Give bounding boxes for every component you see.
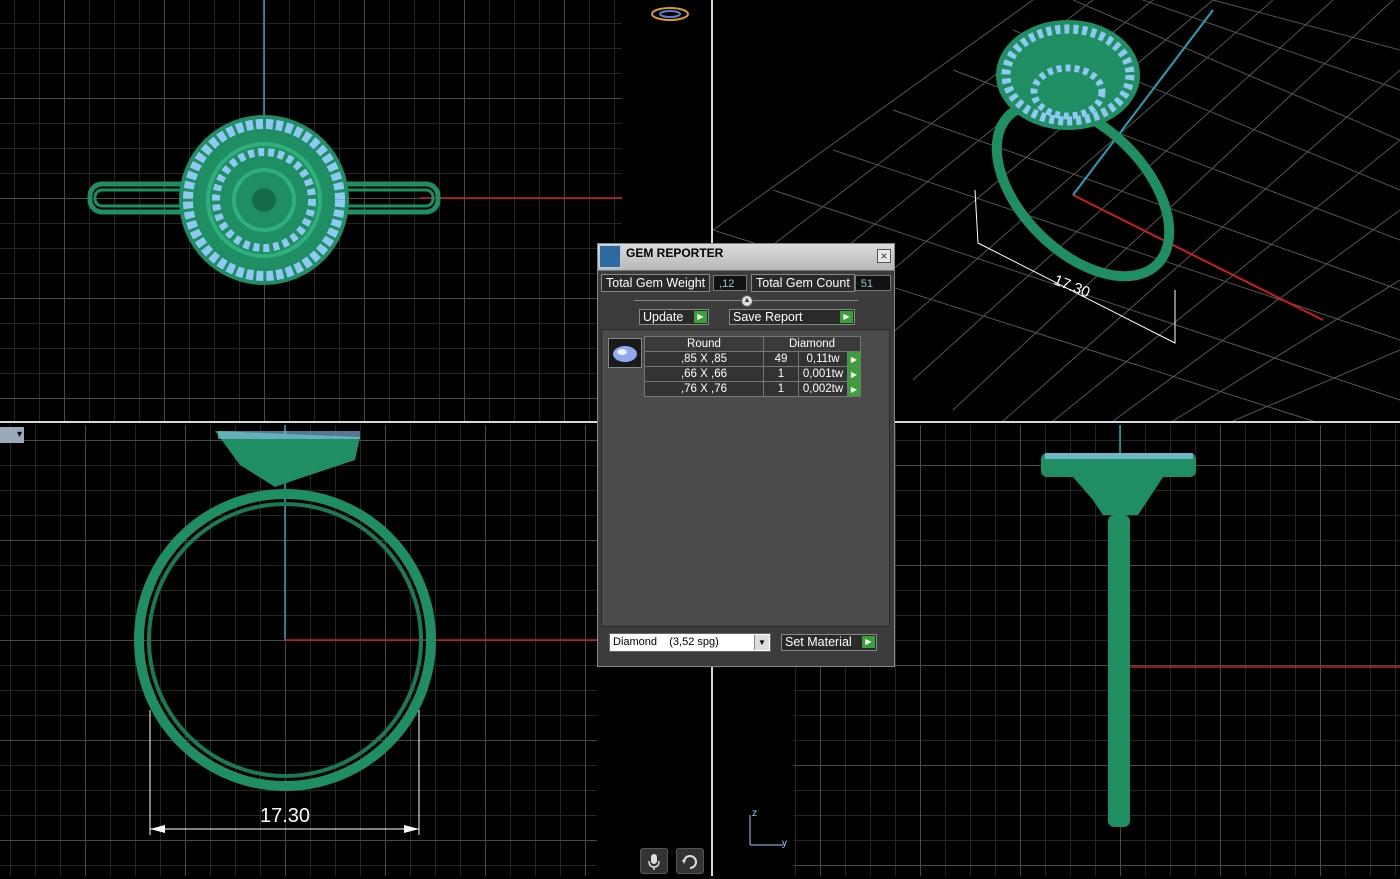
gem-weight: 0,11tw bbox=[798, 351, 848, 367]
close-icon[interactable]: × bbox=[877, 249, 891, 263]
microphone-icon[interactable] bbox=[640, 848, 668, 874]
view-menu-button[interactable]: ▾ bbox=[0, 427, 24, 443]
gem-weight: 0,001tw bbox=[798, 366, 848, 382]
gem-list-panel: Round Diamond ,85 X ,85 49 0,11tw ▶ ,66 … bbox=[601, 329, 890, 627]
material-select-value: Diamond (3,52 spg) bbox=[613, 636, 719, 648]
play-arrow-icon: ▶ bbox=[840, 311, 853, 323]
table-row[interactable]: ,66 X ,66 1 0,001tw ▶ bbox=[644, 366, 861, 382]
play-arrow-icon: ▶ bbox=[694, 311, 707, 323]
axis-y-label: y bbox=[782, 838, 787, 849]
collapse-toggle-icon[interactable]: ▲ bbox=[741, 295, 753, 307]
model-thumbnail-icon[interactable] bbox=[650, 5, 690, 25]
axis-z-label: z bbox=[752, 808, 757, 819]
gem-size: ,76 X ,76 bbox=[644, 381, 764, 397]
total-count-row: Total Gem Count 51 bbox=[751, 274, 891, 292]
row-select-arrow-icon[interactable]: ▶ bbox=[847, 366, 861, 382]
gem-count: 1 bbox=[763, 366, 799, 382]
diamond-gem-icon[interactable] bbox=[608, 338, 642, 368]
column-header-material: Diamond bbox=[763, 336, 861, 352]
total-weight-row: Total Gem Weight ,12 bbox=[601, 274, 748, 292]
update-button[interactable]: Update ▶ bbox=[639, 309, 709, 325]
gem-size: ,66 X ,66 bbox=[644, 366, 764, 382]
dialog-title: GEM REPORTER bbox=[626, 246, 724, 260]
set-material-button-label: Set Material bbox=[785, 635, 852, 649]
gem-reporter-dialog: GEM REPORTER × Total Gem Weight ,12 Tota… bbox=[597, 243, 895, 667]
chevron-down-icon: ▼ bbox=[754, 635, 769, 650]
gem-weight: 0,002tw bbox=[798, 381, 848, 397]
total-weight-label: Total Gem Weight bbox=[601, 274, 711, 292]
table-row[interactable]: ,76 X ,76 1 0,002tw ▶ bbox=[644, 381, 861, 397]
material-select[interactable]: Diamond (3,52 spg) ▼ bbox=[609, 633, 771, 652]
top-view-model bbox=[87, 0, 622, 285]
total-weight-value[interactable]: ,12 bbox=[713, 275, 748, 291]
row-select-arrow-icon[interactable]: ▶ bbox=[847, 351, 861, 367]
save-report-button-label: Save Report bbox=[733, 310, 803, 324]
front-dimension-label: 17.30 bbox=[260, 805, 311, 827]
viewport-top[interactable] bbox=[0, 0, 622, 421]
total-count-value[interactable]: 51 bbox=[854, 275, 891, 291]
dialog-titlebar[interactable]: GEM REPORTER × bbox=[598, 244, 894, 271]
gem-size: ,85 X ,85 bbox=[644, 351, 764, 367]
gem-table: Round Diamond ,85 X ,85 49 0,11tw ▶ ,66 … bbox=[644, 336, 861, 397]
save-report-button[interactable]: Save Report ▶ bbox=[729, 309, 855, 325]
total-count-label: Total Gem Count bbox=[751, 274, 855, 292]
row-select-arrow-icon[interactable]: ▶ bbox=[847, 381, 861, 397]
update-button-label: Update bbox=[643, 310, 684, 324]
refresh-icon[interactable] bbox=[676, 848, 704, 874]
set-material-button[interactable]: Set Material ▶ bbox=[781, 634, 877, 651]
chevron-down-icon: ▾ bbox=[16, 429, 22, 440]
play-arrow-icon: ▶ bbox=[862, 636, 875, 648]
viewport-front[interactable]: 17.30 bbox=[0, 425, 597, 876]
column-header-shape: Round bbox=[644, 336, 764, 352]
table-row[interactable]: ,85 X ,85 49 0,11tw ▶ bbox=[644, 351, 861, 367]
gem-reporter-icon bbox=[599, 245, 621, 268]
gem-count: 49 bbox=[763, 351, 799, 367]
gem-count: 1 bbox=[763, 381, 799, 397]
